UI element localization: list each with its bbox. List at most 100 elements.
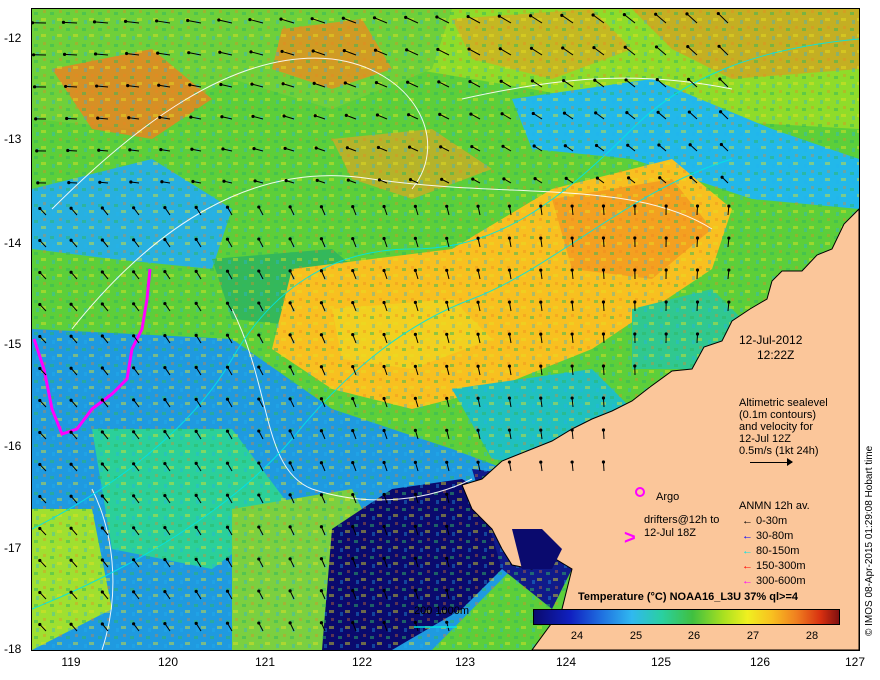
- velocity-arrowhead: [62, 52, 67, 56]
- velocity-arrowhead: [351, 205, 355, 209]
- velocity-arrowhead: [528, 14, 533, 18]
- velocity-arrowhead: [194, 237, 198, 241]
- velocity-arrowhead: [163, 333, 167, 338]
- velocity-arrowhead: [657, 143, 661, 147]
- velocity-arrowhead: [132, 622, 136, 626]
- velocity-arrowhead: [100, 334, 104, 338]
- velocity-arrowhead: [93, 52, 98, 56]
- velocity-arrowhead: [257, 621, 261, 625]
- velocity-arrowhead: [257, 525, 261, 529]
- x-tick-label: 119: [61, 655, 81, 669]
- velocity-arrowhead: [539, 460, 543, 464]
- velocity-arrowhead: [445, 268, 449, 272]
- velocity-arrowhead: [408, 177, 413, 182]
- velocity-arrowhead: [467, 47, 471, 51]
- velocity-arrowhead: [351, 493, 355, 497]
- velocity-arrowhead: [476, 204, 480, 208]
- velocity-arrowhead: [689, 175, 693, 180]
- velocity-arrowhead: [561, 46, 565, 50]
- temperature-colorbar: [533, 609, 840, 625]
- velocity-arrowhead: [476, 236, 480, 240]
- velocity-arrowhead: [539, 236, 543, 240]
- velocity-arrowhead: [283, 146, 287, 150]
- velocity-arrowhead: [346, 178, 350, 182]
- velocity-arrowhead: [194, 365, 198, 369]
- velocity-arrowhead: [382, 300, 386, 305]
- velocity-arrowhead: [163, 493, 167, 498]
- velocity-arrowhead: [445, 588, 449, 592]
- velocity-arrowhead: [445, 524, 449, 528]
- velocity-arrowhead: [633, 204, 637, 208]
- velocity-arrowhead: [406, 80, 410, 84]
- velocity-arrowhead: [279, 17, 283, 21]
- velocity-arrowhead: [38, 590, 42, 595]
- velocity-arrowhead: [100, 206, 104, 210]
- velocity-arrowhead: [194, 493, 198, 497]
- velocity-arrowhead: [377, 178, 382, 182]
- velocity-arrowhead: [319, 269, 324, 273]
- velocity-arrowhead: [132, 558, 136, 562]
- velocity-arrowhead: [351, 461, 355, 465]
- velocity-arrowhead: [601, 204, 606, 208]
- velocity-arrowhead: [727, 300, 731, 304]
- velocity-arrowhead: [570, 204, 574, 208]
- velocity-arrowhead: [36, 181, 40, 185]
- velocity-arrowhead: [38, 398, 42, 403]
- x-tick-label: 120: [157, 655, 179, 669]
- velocity-arrowhead: [593, 78, 597, 82]
- anmn-legend-item: ← 80-150m: [742, 545, 800, 557]
- velocity-arrowhead: [656, 110, 660, 114]
- velocity-arrowhead: [343, 81, 347, 85]
- drifter-symbol-icon: >: [624, 527, 636, 549]
- velocity-arrowhead: [163, 557, 167, 562]
- velocity-arrowhead: [225, 621, 230, 625]
- velocity-arrowhead: [507, 204, 512, 208]
- velocity-arrowhead: [344, 113, 348, 117]
- velocity-arrowhead: [194, 525, 198, 529]
- velocity-arrowhead: [69, 590, 73, 594]
- velocity-arrowhead: [570, 300, 574, 304]
- velocity-arrowhead: [38, 494, 42, 499]
- arrow-icon: ←: [742, 545, 753, 557]
- velocity-arrowhead: [128, 148, 132, 152]
- velocity-arrowhead: [471, 177, 475, 181]
- velocity-arrowhead: [69, 270, 73, 274]
- velocity-arrowhead: [225, 365, 230, 369]
- velocity-arrowhead: [375, 113, 380, 117]
- velocity-arrowhead: [539, 332, 543, 336]
- velocity-arrowhead: [688, 143, 692, 147]
- velocity-arrowhead: [532, 144, 536, 148]
- anmn-legend-title: ANMN 12h av.: [739, 500, 810, 512]
- y-tick-label: -15: [4, 337, 22, 351]
- velocity-arrowhead: [413, 620, 418, 624]
- velocity-arrowhead: [413, 364, 418, 368]
- velocity-arrowhead: [626, 176, 631, 180]
- velocity-arrowhead: [314, 146, 318, 150]
- velocity-arrowhead: [319, 621, 324, 625]
- velocity-arrowhead: [507, 268, 512, 272]
- velocity-arrowhead: [623, 45, 627, 49]
- velocity-arrowhead: [382, 492, 386, 497]
- colorbar-tick: 24: [570, 630, 584, 642]
- velocity-arrowhead: [288, 205, 292, 209]
- velocity-arrowhead: [719, 142, 723, 147]
- velocity-arrowhead: [38, 334, 42, 339]
- velocity-arrowhead: [38, 558, 42, 563]
- velocity-arrowhead: [248, 17, 252, 22]
- velocity-arrowhead: [38, 302, 42, 307]
- velocity-arrowhead: [476, 364, 480, 368]
- drifters-label: 12-Jul 18Z: [644, 527, 696, 539]
- velocity-arrowhead: [470, 144, 474, 149]
- velocity-arrowhead: [382, 396, 386, 401]
- velocity-arrowhead: [695, 236, 700, 240]
- velocity-arrowhead: [194, 621, 198, 625]
- velocity-arrowhead: [69, 622, 73, 626]
- velocity-arrowhead: [69, 430, 73, 434]
- velocity-arrowhead: [100, 398, 104, 402]
- velocity-arrowhead: [163, 237, 167, 242]
- velocity-arrowhead: [127, 116, 131, 120]
- velocity-arrowhead: [469, 112, 473, 116]
- velocity-arrowhead: [437, 80, 441, 84]
- velocity-arrowhead: [718, 77, 722, 81]
- velocity-arrowhead: [34, 117, 38, 121]
